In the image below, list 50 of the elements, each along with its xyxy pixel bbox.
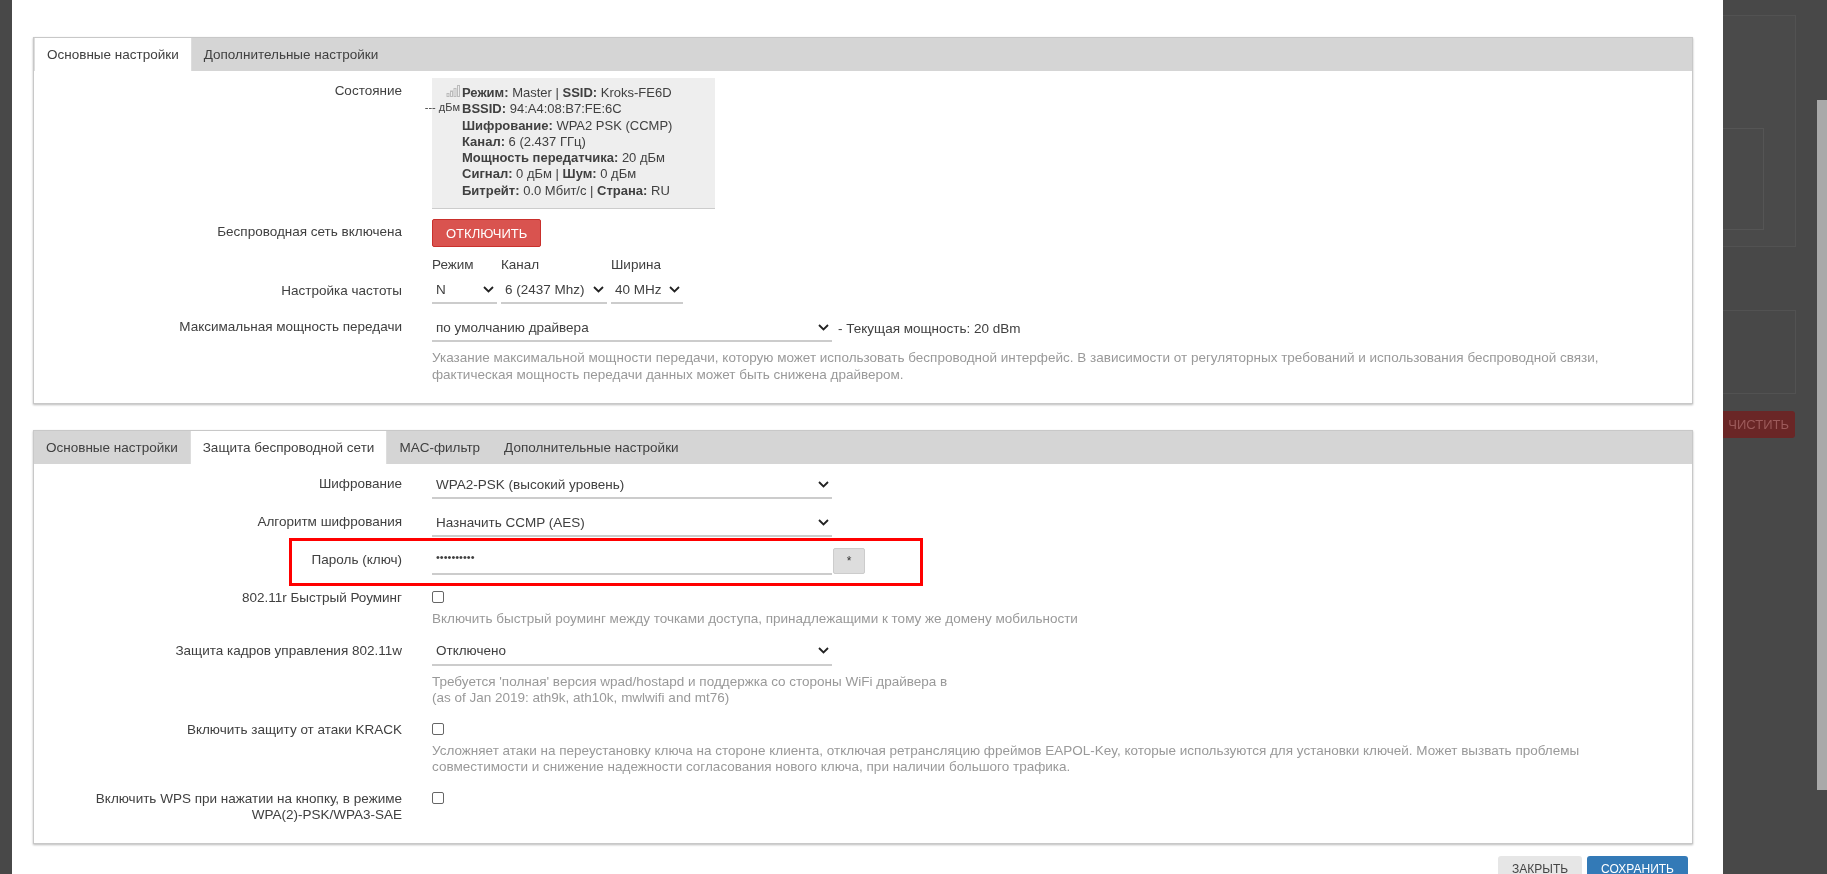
checkbox[interactable] bbox=[432, 722, 444, 735]
checkbox[interactable] bbox=[432, 591, 444, 604]
status-line: BSSID: 94:A4:08:B7:FE:6C bbox=[462, 101, 623, 118]
help-text: Требуется 'полная' версия wpad/hostapd и поддержка со стороны WiFi драйвера в (as of Jan 2019: ath9k, ath10k, mwlwifi and mt76) bbox=[432, 673, 948, 707]
save-button[interactable]: СОХРАНИТЬ bbox=[1587, 855, 1688, 874]
field-label: Включить защиту от атаки KRACK bbox=[185, 720, 402, 739]
field-label: Шифрование bbox=[317, 475, 402, 494]
status-line: Канал: 6 (2.437 ГГц) bbox=[462, 133, 587, 151]
caret-icon bbox=[483, 285, 494, 293]
caret-icon bbox=[818, 323, 829, 331]
help-text: Указание максимальной мощности передачи, которую может использовать беспроводной интерфейс. В зависимости от регуляторных требований и использования беспроводной связи, фактическая мощность передачи данных может быть снижена драйвером. bbox=[432, 350, 1600, 384]
scrollbar[interactable] bbox=[1817, 100, 1827, 790]
help-text: Усложняет атаки на переустановку ключа на стороне клиента, отключая ретрансляцию фреймов EAPOL-Key, которые используются для установки ключей. Может вызвать проблемы совместимости и снижение надежности согласования нового ключа, при наличии большого трафика. bbox=[432, 742, 1581, 776]
status-line: Битрейт: 0.0 Мбит/с | Страна: RU bbox=[462, 182, 671, 200]
field-label: Режим bbox=[432, 257, 475, 275]
field-label: Канал bbox=[501, 257, 541, 275]
help-text: Включить быстрый роуминг между точками доступа, принадлежащими к тому же домену мобильности bbox=[432, 611, 1078, 628]
tab[interactable]: Защита беспроводной сети bbox=[189, 431, 388, 465]
caret-icon bbox=[593, 285, 604, 293]
password-field[interactable]: •••••••••• bbox=[432, 547, 832, 576]
tab[interactable]: Дополнительные настройки bbox=[492, 431, 691, 465]
field-label: Алгоритм шифрования bbox=[256, 513, 402, 532]
tab[interactable]: Основные настройки bbox=[34, 38, 192, 71]
status-line: Шифрование: WPA2 PSK (CCMP) bbox=[462, 117, 673, 134]
field-label: 802.11r Быстрый Роуминг bbox=[240, 589, 402, 608]
field-label: Ширина bbox=[611, 257, 662, 275]
field-label: Настройка частоты bbox=[280, 282, 402, 301]
field-label: Максимальная мощность передачи bbox=[178, 318, 402, 337]
disable-button[interactable]: ОТКЛЮЧИТЬ bbox=[432, 219, 542, 248]
field-label: Беспроводная сеть включена bbox=[216, 223, 402, 242]
tab[interactable]: Дополнительные настройки bbox=[191, 38, 391, 71]
checkbox[interactable] bbox=[432, 791, 444, 804]
caret-icon bbox=[818, 480, 829, 488]
field-label: Включить WPS при нажатии на кнопку, в режиме WPA(2)-PSK/WPA3-SAE bbox=[94, 789, 402, 823]
caret-icon bbox=[818, 647, 829, 655]
signal-strength: --- дБм bbox=[424, 100, 460, 115]
reveal-button[interactable]: * bbox=[833, 548, 865, 575]
status-line: Режим: Master | SSID: Kroks-FE6D bbox=[462, 85, 673, 102]
field-label: Защита кадров управления 802.11w bbox=[174, 641, 402, 660]
field-label: Состояние bbox=[333, 82, 402, 100]
tab[interactable]: Основные настройки bbox=[34, 431, 190, 465]
status-line: Мощность передатчика: 20 дБм bbox=[462, 150, 667, 167]
current-power-text: - Текущая мощность: 20 dBm bbox=[838, 320, 1021, 336]
caret-icon bbox=[669, 285, 680, 293]
signal-icon bbox=[446, 85, 460, 97]
status-line: Сигнал: 0 дБм | Шум: 0 дБм bbox=[462, 166, 638, 183]
caret-icon bbox=[818, 518, 829, 526]
field-label: Пароль (ключ) bbox=[310, 551, 402, 570]
close-button[interactable]: ЗАКРЫТЬ bbox=[1498, 855, 1583, 874]
tab[interactable]: MAC-фильтр bbox=[387, 431, 493, 465]
